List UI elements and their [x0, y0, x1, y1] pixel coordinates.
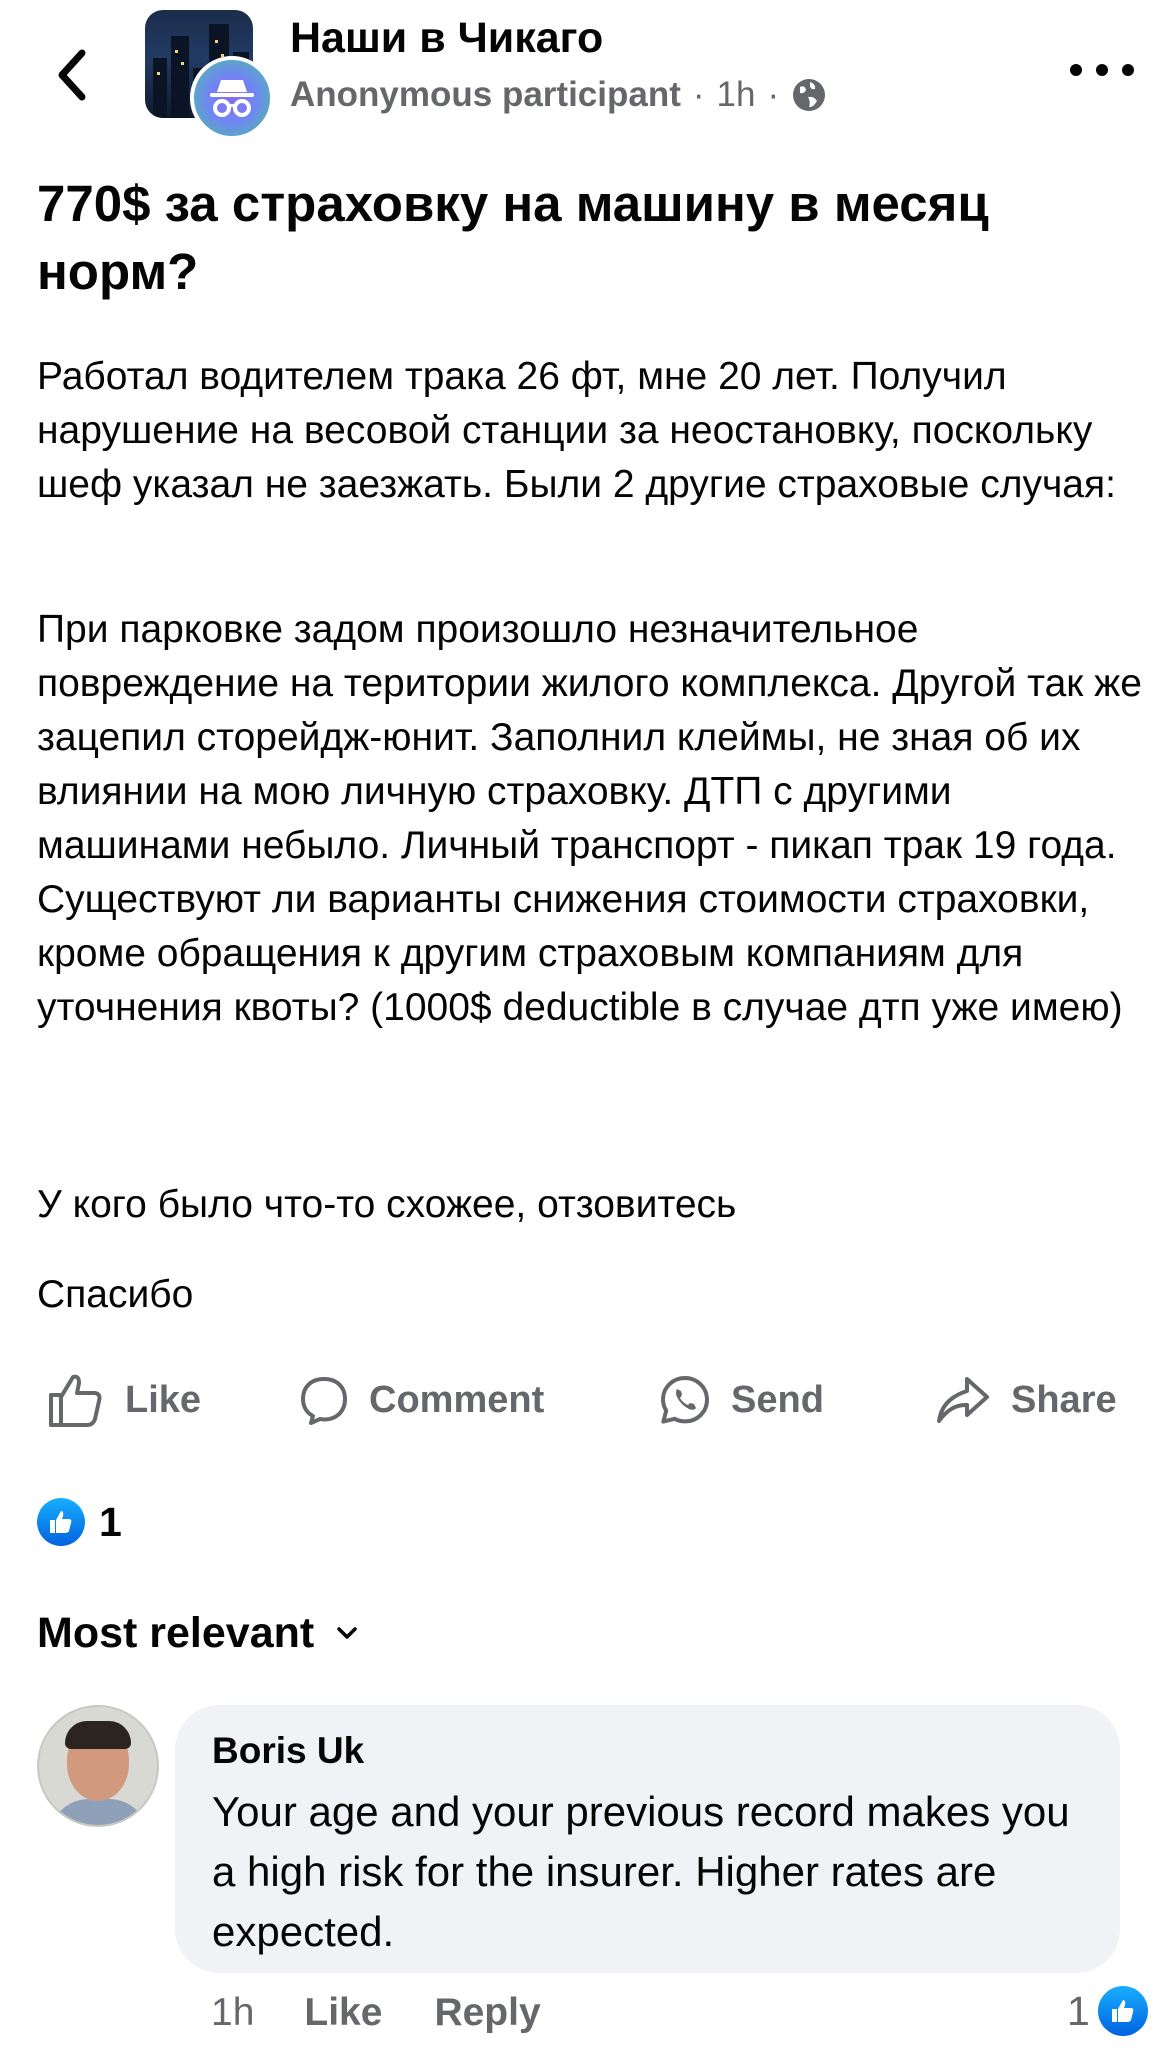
- like-reaction-icon: [1097, 1986, 1148, 2036]
- globe-icon: [793, 79, 826, 111]
- thumbs-up-icon: [49, 1374, 102, 1427]
- comment-reactions[interactable]: 1: [1067, 1983, 1148, 2039]
- post-paragraph: Спасибо: [37, 1273, 194, 1316]
- comment-sort-dropdown[interactable]: Most relevant: [37, 1605, 358, 1661]
- separator-dot: ·: [767, 75, 780, 114]
- comment-label: Comment: [369, 1378, 545, 1421]
- comment-reaction-count: 1: [1067, 1988, 1090, 2034]
- commenter-avatar[interactable]: [37, 1705, 159, 1827]
- post-title: 770$ за страховку на машину в месяц норм…: [37, 175, 989, 300]
- post-action-bar: Like Comment Send Share: [37, 1360, 1137, 1440]
- share-button[interactable]: Share: [935, 1360, 1117, 1440]
- whatsapp-icon: [661, 1376, 709, 1424]
- reactions-summary[interactable]: 1: [37, 1494, 122, 1550]
- comment-text: Your age and your previous record makes …: [212, 1788, 1070, 1955]
- incognito-icon: [210, 80, 254, 117]
- comment-like-button[interactable]: Like: [304, 1985, 382, 2041]
- chevron-left-icon: [58, 49, 86, 101]
- more-horizontal-icon: [1070, 64, 1082, 76]
- comment-meta: 1h Like Reply: [211, 1985, 593, 2041]
- commenter-name[interactable]: Boris Uk: [212, 1727, 364, 1775]
- post-paragraph: Работал водителем трака 26 фт, мне 20 ле…: [37, 355, 1116, 506]
- post-paragraph: У кого было что-то схожее, отзовитесь: [37, 1183, 737, 1226]
- send-button[interactable]: Send: [659, 1360, 824, 1440]
- comment-bubble-icon: [301, 1377, 347, 1425]
- separator-dot: ·: [692, 75, 705, 114]
- reaction-count: 1: [99, 1498, 122, 1545]
- comment-bubble: Boris Uk Your age and your previous reco…: [175, 1705, 1120, 1973]
- like-button[interactable]: Like: [47, 1360, 201, 1440]
- more-options-button[interactable]: [1070, 45, 1134, 95]
- share-arrow-icon: [937, 1377, 989, 1423]
- post-paragraph: При парковке задом произошло незначитель…: [37, 608, 1142, 1029]
- share-label: Share: [1011, 1378, 1117, 1421]
- back-button[interactable]: [42, 40, 102, 110]
- group-name[interactable]: Наши в Чикаго: [290, 10, 603, 66]
- anonymous-badge: [190, 56, 274, 140]
- comment-button[interactable]: Comment: [299, 1360, 544, 1440]
- like-reaction-icon: [37, 1498, 85, 1546]
- chevron-down-icon: [337, 1627, 357, 1639]
- sort-label: Most relevant: [37, 1609, 315, 1657]
- post-header: Наши в Чикаго Anonymous participant · 1h…: [0, 0, 1170, 150]
- post-time[interactable]: 1h: [717, 70, 756, 120]
- comment-time: 1h: [211, 1991, 255, 2034]
- like-label: Like: [125, 1378, 202, 1421]
- send-label: Send: [731, 1378, 824, 1421]
- author-name[interactable]: Anonymous participant: [290, 70, 681, 120]
- post-meta: Anonymous participant · 1h ·: [290, 70, 827, 120]
- comment-reply-button[interactable]: Reply: [434, 1985, 540, 2041]
